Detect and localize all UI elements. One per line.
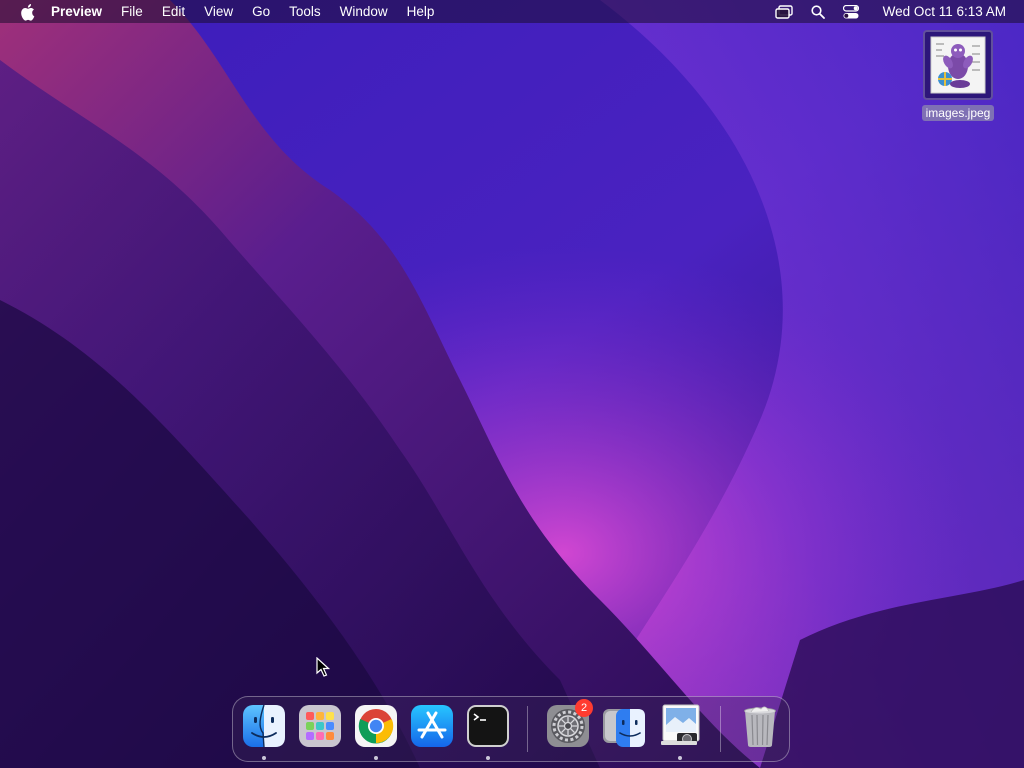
menu-file[interactable]: File [121, 4, 143, 19]
running-indicator [678, 756, 682, 760]
terminal-icon [467, 705, 509, 747]
menu-edit[interactable]: Edit [162, 4, 185, 19]
apple-menu-icon[interactable] [19, 3, 35, 21]
dock-item-migration-assistant[interactable] [601, 703, 647, 749]
migration-assistant-icon [603, 709, 645, 747]
running-indicator [374, 756, 378, 760]
dock-item-chrome[interactable] [353, 703, 399, 749]
menu-bar-clock[interactable]: Wed Oct 11 6:13 AM [883, 4, 1006, 19]
dock-separator [720, 706, 721, 752]
chrome-icon [355, 705, 397, 747]
menu-go[interactable]: Go [252, 4, 270, 19]
notification-badge: 2 [575, 699, 593, 717]
preview-icon [661, 704, 700, 745]
spotlight-search-icon[interactable] [811, 4, 825, 19]
running-indicator [486, 756, 490, 760]
menu-bar: Preview File Edit View Go Tools Window H… [0, 0, 1024, 23]
menu-view[interactable]: View [204, 4, 233, 19]
image-file-icon [923, 30, 993, 100]
app-store-icon [411, 705, 453, 747]
launchpad-icon [299, 705, 341, 747]
dock: 2 [232, 696, 790, 762]
dock-item-app-store[interactable] [409, 703, 455, 749]
trash-icon [744, 706, 776, 747]
menu-window[interactable]: Window [340, 4, 388, 19]
app-menu-preview[interactable]: Preview [51, 4, 102, 19]
finder-icon [243, 704, 285, 748]
dock-item-preview[interactable] [657, 703, 703, 749]
dock-item-terminal[interactable] [465, 703, 511, 749]
desktop-wallpaper [0, 0, 1024, 768]
dock-separator [527, 706, 528, 752]
menu-tools[interactable]: Tools [289, 4, 321, 19]
dock-item-trash[interactable] [737, 703, 783, 749]
dock-item-finder[interactable] [241, 703, 287, 749]
dock-item-launchpad[interactable] [297, 703, 343, 749]
running-indicator [262, 756, 266, 760]
control-center-icon[interactable] [842, 4, 859, 19]
menu-help[interactable]: Help [407, 4, 435, 19]
screen-mirroring-icon[interactable] [774, 4, 793, 19]
mouse-cursor-icon [316, 657, 330, 677]
desktop-file-label[interactable]: images.jpeg [921, 105, 995, 121]
desktop-file-images-jpeg[interactable]: images.jpeg [918, 30, 998, 122]
